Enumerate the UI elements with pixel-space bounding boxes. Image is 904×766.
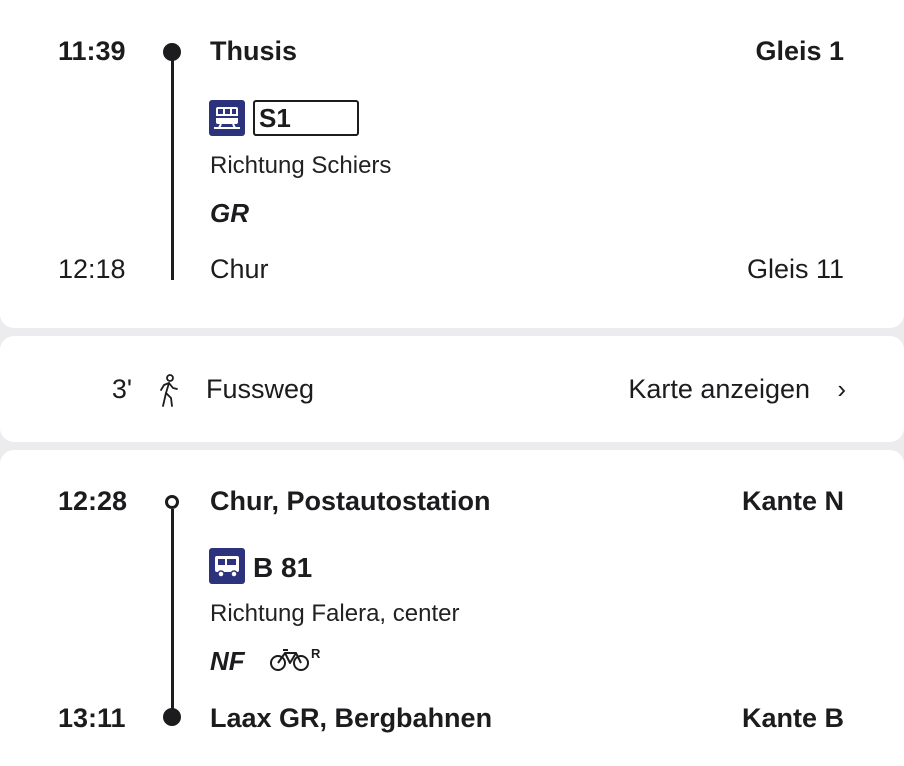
departure-ring	[165, 495, 179, 509]
train-icon	[209, 100, 245, 136]
walk-duration: 3'	[111, 374, 132, 404]
walk-card[interactable]: 3' Fussweg Karte anzeigen ›	[0, 336, 904, 442]
bus-icon	[209, 548, 245, 584]
line-label: B 81	[253, 552, 313, 583]
timeline-line	[171, 52, 174, 280]
arrival-dot	[163, 708, 181, 726]
show-map-link[interactable]: Karte anzeigen	[628, 374, 810, 405]
arrival-platform: Kante B	[741, 703, 844, 733]
reservation-mark: R	[311, 646, 321, 661]
departure-time: 12:28	[58, 486, 128, 516]
arrival-stop: Chur	[210, 254, 269, 284]
pedestrian-icon	[157, 374, 181, 413]
arrival-time: 12:18	[58, 254, 126, 284]
timeline-line	[171, 509, 174, 717]
operator-label: NF	[210, 646, 245, 676]
direction-text: Richtung Schiers	[210, 152, 392, 179]
departure-platform: Kante N	[741, 486, 844, 516]
direction-text: Richtung Falera, center	[210, 600, 460, 627]
arrival-time: 13:11	[58, 703, 126, 733]
line-badge: S1	[253, 100, 359, 136]
arrival-platform: Gleis 11	[746, 254, 844, 284]
departure-time: 11:39	[58, 36, 126, 66]
arrival-stop: Laax GR, Bergbahnen	[210, 703, 493, 733]
chevron-right-icon[interactable]: ›	[837, 374, 846, 405]
bus-leg-card[interactable]: 12:28 Chur, Postautostation Kante N B 81…	[0, 450, 904, 766]
operator-label: GR	[210, 198, 249, 228]
departure-stop: Thusis	[210, 36, 298, 66]
train-leg-card[interactable]: 11:39 Thusis Gleis 1 S1 Richtung Schiers…	[0, 0, 904, 328]
departure-stop: Chur, Postautostation	[210, 486, 491, 516]
departure-platform: Gleis 1	[755, 36, 844, 66]
walk-label: Fussweg	[206, 374, 315, 404]
